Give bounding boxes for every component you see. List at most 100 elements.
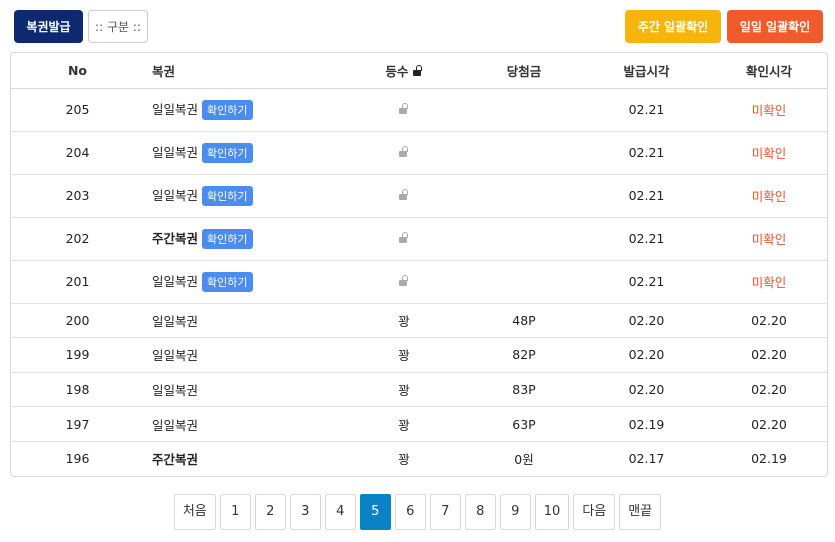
lottery-name: 일일복권 — [152, 382, 199, 398]
row-issued: 02.20 — [584, 371, 709, 407]
page-button-4[interactable]: 4 — [324, 494, 356, 530]
page-button-5[interactable]: 5 — [359, 494, 391, 530]
page-button-9[interactable]: 9 — [499, 494, 531, 530]
rank-value: 꽝 — [398, 452, 410, 468]
confirm-badge-button[interactable]: 확인하기 — [202, 100, 253, 121]
row-confirmed: 02.20 — [709, 337, 827, 373]
page-last-button[interactable]: 맨끝 — [619, 494, 662, 530]
row-no: 202 — [11, 216, 144, 260]
confirm-badge-button[interactable]: 확인하기 — [202, 186, 253, 207]
row-name-cell: 일일복권 — [144, 371, 344, 407]
row-issued: 02.19 — [584, 406, 709, 442]
table-row: 202 주간복권 확인하기 02.21 미확인 — [11, 216, 827, 260]
page-next-button[interactable]: 다음 — [573, 494, 616, 530]
row-no: 205 — [65, 102, 90, 117]
row-confirmed: 미확인 — [709, 130, 827, 174]
rank-value: 꽝 — [398, 382, 410, 398]
row-confirmed: 미확인 — [709, 173, 827, 217]
page-button-7[interactable]: 7 — [429, 494, 461, 530]
page-button-6[interactable]: 6 — [394, 494, 426, 530]
row-rank-cell: 꽝 — [344, 302, 464, 338]
table-row: 201 일일복권 확인하기 02.21 미확인 — [11, 259, 827, 303]
table-row: 204 일일복권 확인하기 02.21 미확인 — [11, 130, 827, 174]
header-prize: 당첨금 — [464, 53, 584, 89]
row-rank-cell: 꽝 — [344, 337, 464, 373]
row-no: 196 — [11, 440, 144, 476]
row-rank-cell — [344, 88, 464, 131]
lottery-name: 일일복권 — [152, 101, 199, 117]
table-header: No 복권 등수 당첨금 발급시각 확인시각 — [11, 53, 827, 89]
row-name-cell: 일일복권 확인하기 — [144, 88, 344, 131]
row-no: 204 — [11, 130, 144, 174]
row-confirmed: 02.19 — [709, 440, 827, 476]
header-issued: 발급시각 — [584, 53, 709, 89]
lock-open-icon — [399, 232, 409, 243]
table-row: 197 일일복권 꽝 63P 02.19 02.20 — [11, 406, 827, 442]
row-no: 197 — [11, 406, 144, 442]
header-confirmed: 확인시각 — [709, 53, 827, 89]
category-select[interactable]: :: 구분 :: — [88, 10, 148, 43]
row-prize: 0원 — [464, 440, 584, 476]
row-issued: 02.20 — [584, 337, 709, 373]
table-row: 205 일일복권 확인하기 02.21 미확인 — [11, 88, 827, 131]
header-name: 복권 — [144, 53, 344, 89]
lottery-table: No 복권 등수 당첨금 발급시각 확인시각 205 일일복권 확인하기 02.21 미… — [10, 52, 828, 477]
row-no: 201 — [11, 259, 144, 303]
row-confirmed: 02.20 — [709, 302, 827, 338]
row-rank-cell — [344, 173, 464, 217]
row-rank-cell: 꽝 — [344, 371, 464, 407]
row-issued: 02.21 — [584, 130, 709, 174]
row-prize: 82P — [464, 337, 584, 373]
row-rank-cell — [344, 259, 464, 303]
row-name-cell: 주간복권 확인하기 — [144, 216, 344, 260]
weekly-confirm-all-button[interactable]: 주간 일괄확인 — [625, 10, 721, 43]
issue-lottery-button[interactable]: 복권발급 — [14, 10, 83, 43]
lottery-name: 일일복권 — [152, 348, 199, 364]
row-prize — [464, 130, 584, 174]
header-rank: 등수 — [344, 53, 464, 89]
row-rank-cell: 꽝 — [344, 406, 464, 442]
lottery-name: 일일복권 — [152, 273, 199, 289]
table-row: 199 일일복권 꽝 82P 02.20 02.20 — [11, 337, 827, 373]
confirm-badge-button[interactable]: 확인하기 — [202, 143, 253, 164]
header-no: No — [11, 53, 144, 89]
lottery-name: 일일복권 — [152, 187, 199, 203]
daily-confirm-all-button[interactable]: 일일 일괄확인 — [727, 10, 823, 43]
lottery-name: 일일복권 — [152, 144, 199, 160]
row-name-cell: 일일복권 — [144, 337, 344, 373]
row-confirmed: 미확인 — [709, 259, 827, 303]
row-name-cell: 일일복권 확인하기 — [144, 259, 344, 303]
row-issued: 02.21 — [584, 259, 709, 303]
page-first-button[interactable]: 처음 — [173, 494, 216, 530]
toolbar: 복권발급 :: 구분 :: 주간 일괄확인 일일 일괄확인 — [14, 10, 823, 43]
page-button-8[interactable]: 8 — [464, 494, 496, 530]
row-rank-cell — [344, 130, 464, 174]
row-prize: 83P — [464, 371, 584, 407]
table-row: 203 일일복권 확인하기 02.21 미확인 — [11, 173, 827, 217]
row-issued: 02.20 — [584, 302, 709, 338]
row-name-cell: 일일복권 — [144, 302, 344, 338]
lock-open-icon — [399, 275, 409, 286]
lottery-name: 주간복권 — [152, 230, 199, 246]
rank-value: 꽝 — [398, 313, 410, 329]
row-no: 203 — [11, 173, 144, 217]
row-no: 199 — [11, 337, 144, 373]
lock-open-icon — [412, 64, 423, 76]
lottery-name: 일일복권 — [152, 313, 199, 329]
header-rank-label: 등수 — [385, 63, 409, 79]
lottery-name: 일일복권 — [152, 417, 199, 433]
row-name-cell: 일일복권 확인하기 — [144, 173, 344, 217]
confirm-badge-button[interactable]: 확인하기 — [202, 272, 253, 293]
row-confirmed: 미확인 — [751, 103, 787, 118]
page-button-10[interactable]: 10 — [534, 494, 570, 530]
row-name-cell: 일일복권 확인하기 — [144, 130, 344, 174]
lock-open-icon — [399, 103, 409, 114]
page-button-2[interactable]: 2 — [254, 494, 286, 530]
lock-open-icon — [399, 146, 409, 157]
table-row: 196 주간복권 꽝 0원 02.17 02.19 — [11, 440, 827, 476]
page-button-1[interactable]: 1 — [219, 494, 251, 530]
row-prize — [464, 88, 584, 131]
confirm-badge-button[interactable]: 확인하기 — [202, 229, 253, 250]
table-row: 200 일일복권 꽝 48P 02.20 02.20 — [11, 302, 827, 338]
page-button-3[interactable]: 3 — [289, 494, 321, 530]
